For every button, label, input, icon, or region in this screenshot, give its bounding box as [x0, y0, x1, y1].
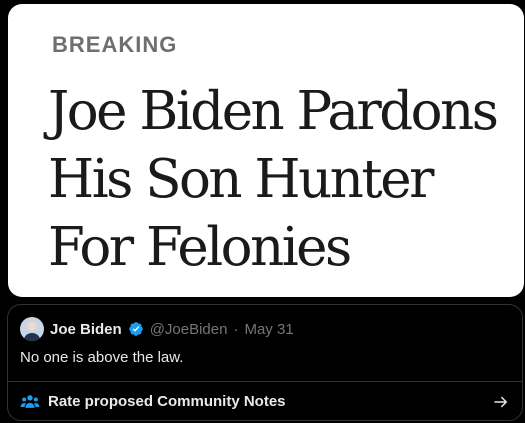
- author-handle[interactable]: @JoeBiden: [150, 321, 228, 338]
- quoted-post-text: No one is above the law.: [20, 349, 184, 366]
- rate-community-notes-button[interactable]: Rate proposed Community Notes: [8, 381, 522, 420]
- verified-badge-icon: [128, 322, 143, 336]
- quoted-post-header: Joe Biden @JoeBiden · May 31: [20, 317, 294, 341]
- rate-community-notes-label: Rate proposed Community Notes: [48, 393, 286, 410]
- attached-image[interactable]: BREAKING Joe Biden Pardons His Son Hunte…: [8, 4, 524, 297]
- arrow-right-icon: [494, 396, 507, 407]
- headline: Joe Biden Pardons His Son Hunter For Fel…: [48, 78, 518, 282]
- headline-line-1: Joe Biden Pardons: [48, 81, 499, 142]
- people-icon: [20, 394, 40, 408]
- headline-line-2: His Son Hunter: [48, 149, 434, 210]
- breaking-label: BREAKING: [52, 32, 178, 57]
- quoted-post[interactable]: Joe Biden @JoeBiden · May 31 No one is a…: [7, 304, 523, 421]
- separator-dot: ·: [233, 320, 239, 338]
- headline-line-3: For Felonies: [48, 217, 352, 278]
- avatar[interactable]: [20, 317, 44, 341]
- post-date[interactable]: May 31: [244, 321, 293, 338]
- author-name[interactable]: Joe Biden: [50, 321, 122, 338]
